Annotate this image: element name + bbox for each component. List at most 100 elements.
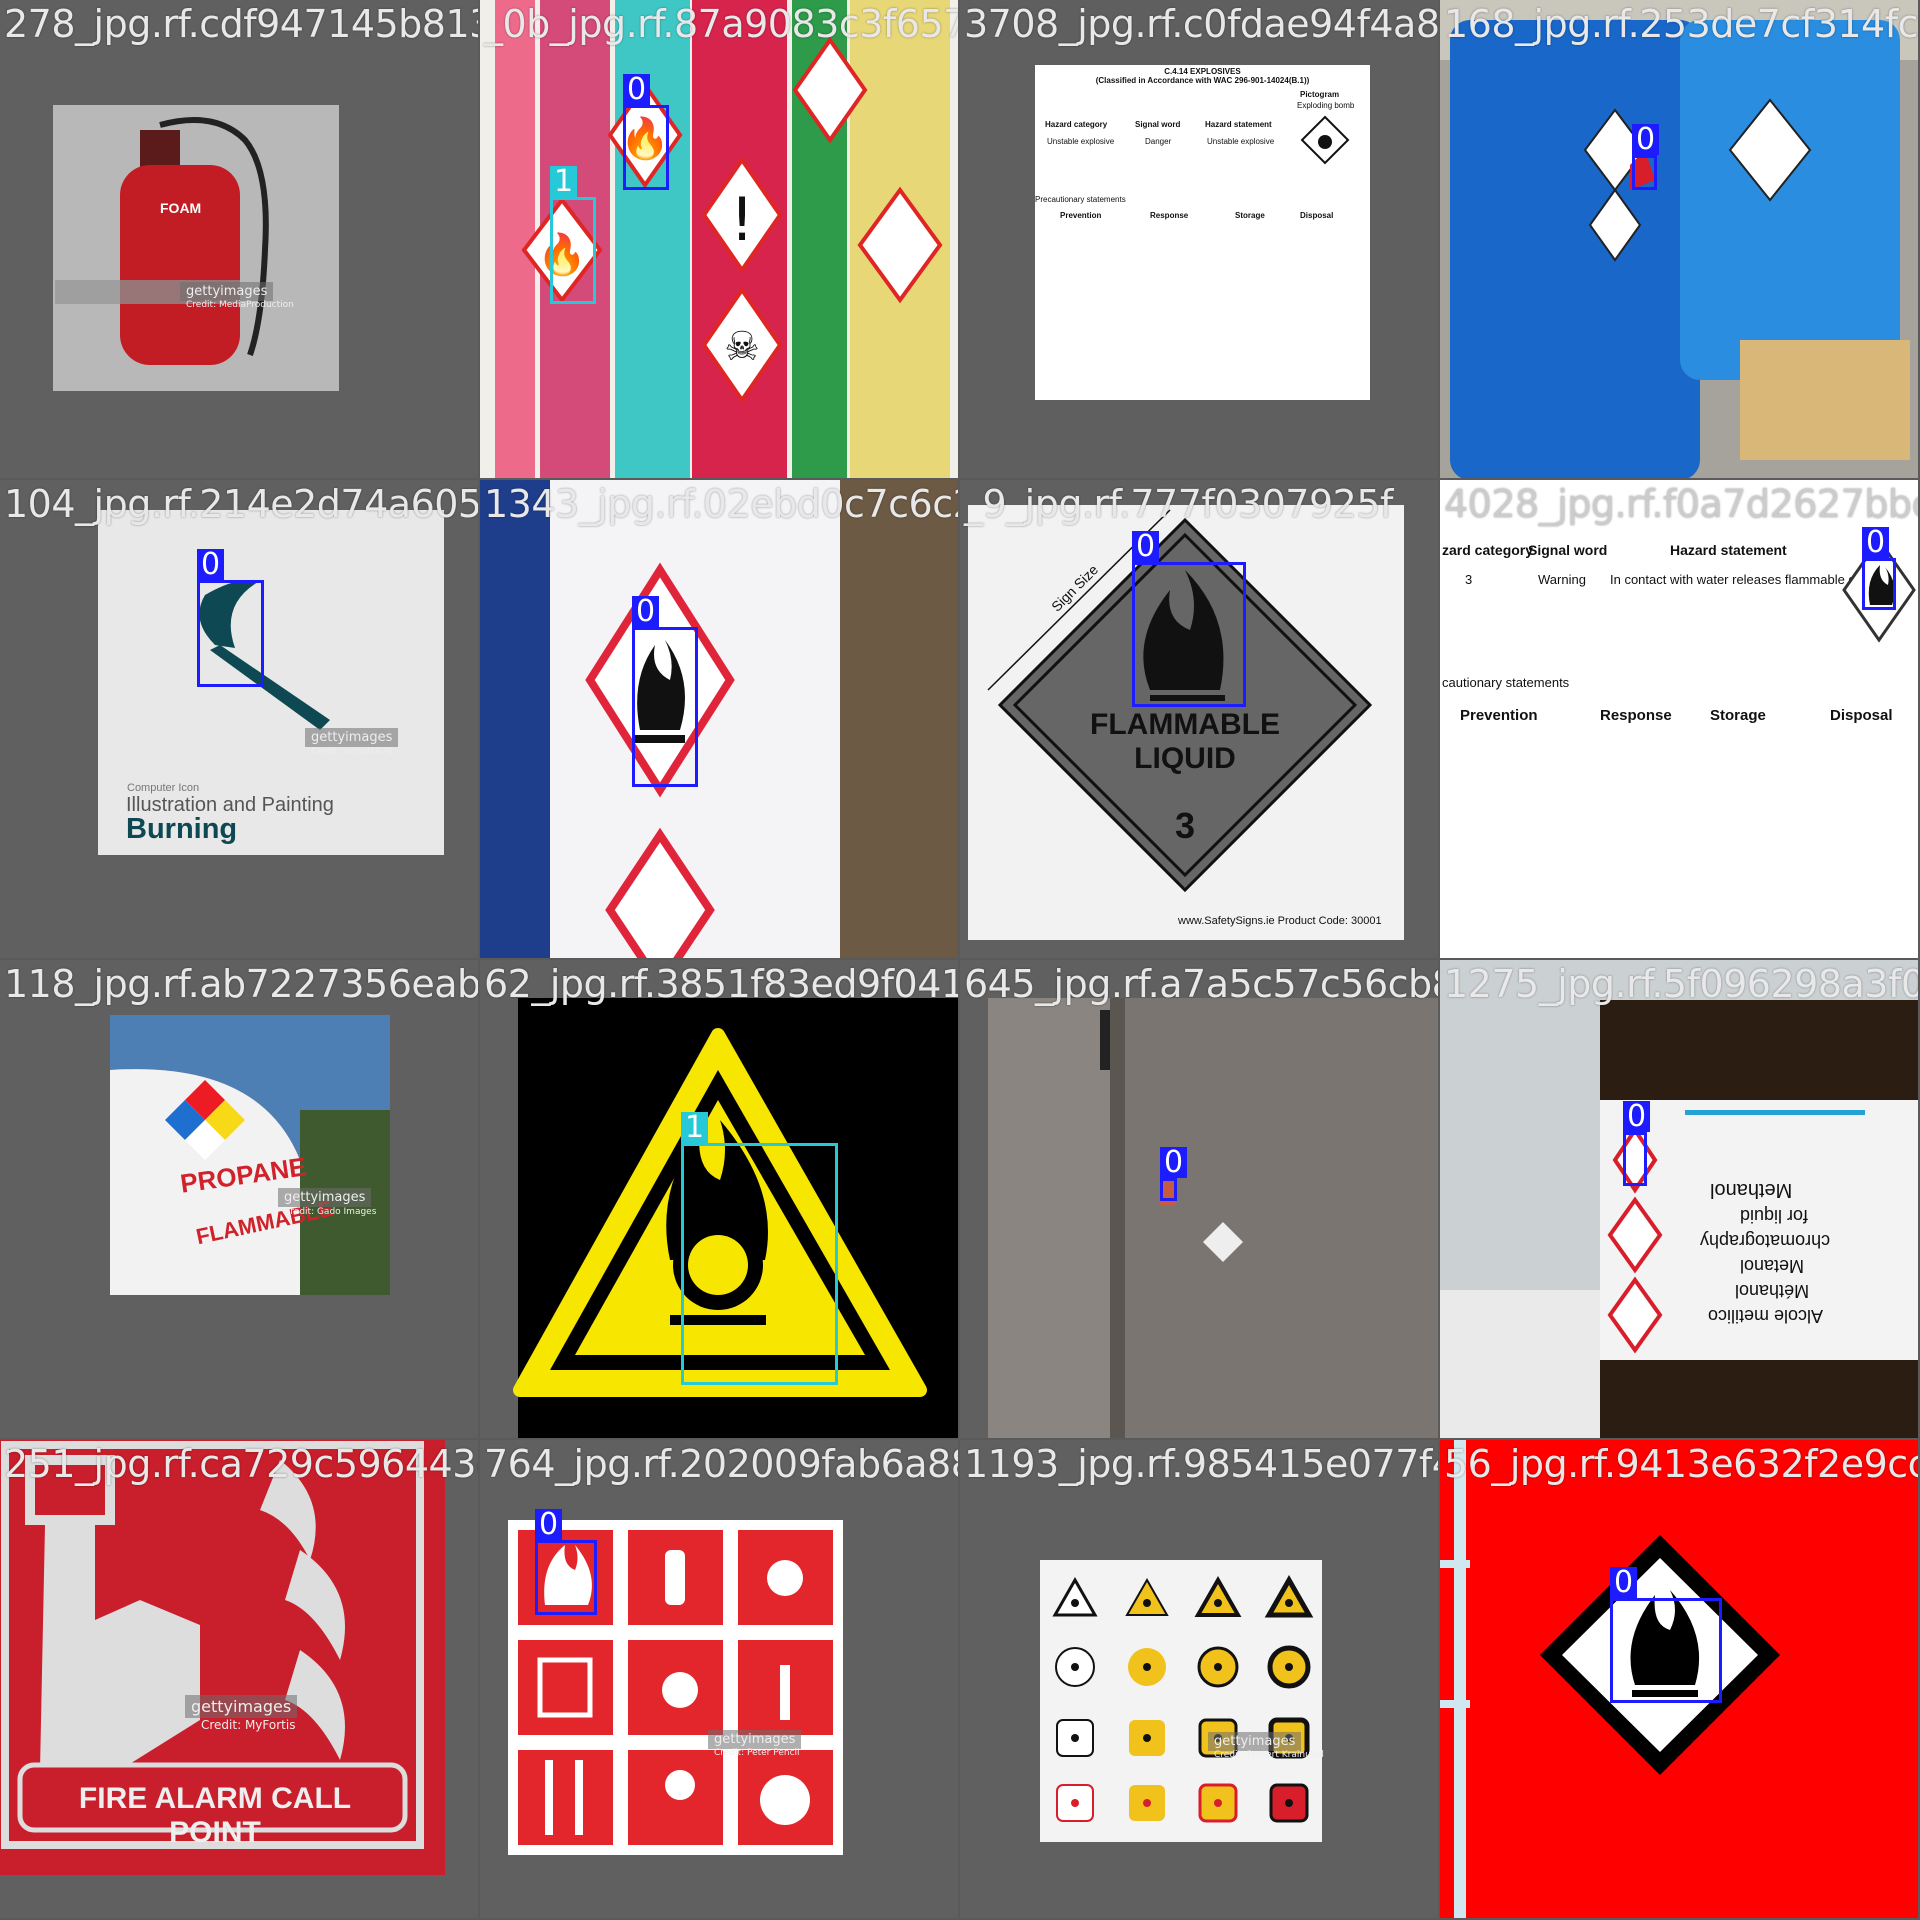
detection-box: 1 [681,1112,838,1385]
col-storage: Storage [1710,707,1766,724]
value-category: Unstable explosive [1047,137,1115,146]
tile-10: 1 62_jpg.rf.3851f83ed9f041206 [480,960,958,1438]
file-name: 278_jpg.rf.cdf947145b8138c [4,2,478,46]
detection-label: 0 [1160,1147,1188,1178]
precautionary-heading: Precautionary statements [1035,195,1126,204]
file-name: _0b_jpg.rf.87a9083c3f6578e3 [484,2,958,46]
tile-15-image [960,1440,1438,1918]
caption-small: Computer Icon [127,782,200,794]
tile-8: zard category Signal word Hazard stateme… [1440,480,1918,958]
detection-box: 0 [1132,531,1246,707]
file-name: _9_jpg.rf.777f0307925f [964,482,1393,526]
watermark-credit: Credit: Prasert Krainukul [1214,1750,1324,1760]
file-name: 4028_jpg.rf.f0a7d2627bbc7 [1444,482,1918,526]
tile-11: 0 645_jpg.rf.a7a5c57c56cb8e [960,960,1438,1438]
tile-4: 0 168_jpg.rf.253de7cf314fcae9c [1440,0,1918,478]
tile-1: FOAM gettyimages Credit: MediaProduction… [0,0,478,478]
value-category: 3 [1465,572,1473,587]
sign-text-line1: FLAMMABLE [1090,708,1280,741]
exploding-bomb-icon [1300,115,1350,165]
detection-box: 0 [1610,1567,1722,1703]
watermark-credit: Credit: artsol1979 [311,747,393,757]
detection-label: 0 [1132,531,1160,562]
file-name: 168_jpg.rf.253de7cf314fcae9c [1444,2,1918,46]
foam-label: FOAM [160,200,202,216]
tile-4-image [1440,0,1918,478]
col-prevention: Prevention [1460,707,1538,724]
file-name: 3708_jpg.rf.c0fdae94f4a8602a51 [964,2,1438,46]
call-point-banner: FIRE ALARM CALL POINT [78,1782,352,1849]
label-methanol: Methanol [1710,1179,1793,1201]
col-disposal: Disposal [1830,707,1893,724]
sign-text-line2: LIQUID [1134,742,1236,775]
mosaic-grid: FOAM gettyimages Credit: MediaProduction… [0,0,1920,1920]
tile-5: Computer Icon Illustration and Painting … [0,480,478,958]
tile-2: ! ☠ 🔥 🔥 0 1 _0b_jpg.rf.87a9083c3f6578e3 [480,0,958,478]
detection-label: 0 [623,74,651,105]
col-signal-word: Signal word [1135,120,1181,129]
detection-label: 0 [197,549,225,580]
doc-heading: C.4.14 EXPLOSIVES [1164,67,1241,76]
col-hazard-category: zard category [1442,542,1534,558]
tile-6-image [480,480,958,958]
file-name: 118_jpg.rf.ab7227356eab08f [4,962,478,1006]
label-chromatography: chromatography [1700,1231,1831,1251]
col-storage: Storage [1235,211,1265,220]
class-number: 3 [1174,805,1196,846]
file-name: 645_jpg.rf.a7a5c57c56cb8e [964,962,1438,1006]
tile-12-image [1440,960,1918,1438]
tile-6: 0 1343_jpg.rf.02ebd0c7c6c2e0f [480,480,958,958]
detection-label: 0 [535,1509,563,1540]
file-name: 1275_jpg.rf.5f096298a3f00e33 [1444,962,1918,1006]
detection-label: 0 [1623,1101,1651,1132]
value-statement: Unstable explosive [1207,137,1275,146]
detection-box: 0 [1160,1147,1188,1201]
label-for-liquid: for liquid [1740,1206,1809,1226]
detection-label: 0 [632,596,660,627]
document-page: C.4.14 EXPLOSIVES (Classified in Accorda… [1035,65,1370,400]
col-signal-word: Signal word [1528,542,1608,558]
detection-box: 0 [197,549,264,687]
detection-label: 0 [1610,1567,1638,1598]
file-name: 1343_jpg.rf.02ebd0c7c6c2e0f [484,482,958,526]
file-name: 1193_jpg.rf.985415e077f41543e [964,1442,1438,1486]
label-methanol-fr: Méthanol [1735,1281,1810,1301]
col-prevention: Prevention [1060,211,1102,220]
svg-text:☠: ☠ [724,324,760,370]
tile-11-image [960,960,1438,1438]
file-name: 104_jpg.rf.214e2d74a6052b04 [4,482,478,526]
detection-box: 0 [623,74,669,190]
tile-12: . Methanol for liquid chromatography Met… [1440,960,1918,1438]
tile-14: gettyimages Credit: Peter Pencil 0 764_j… [480,1440,958,1918]
caption-large: Burning [126,813,238,845]
file-name: 764_jpg.rf.202009fab6a88a7 [484,1442,958,1486]
detection-box: 0 [1623,1101,1651,1186]
tile-1-image [0,0,478,478]
tile-7: FLAMMABLE LIQUID 3 Sign Size www.SafetyS… [960,480,1438,958]
col-disposal: Disposal [1300,211,1334,220]
footer-text: www.SafetySigns.ie Product Code: 30001 [1178,915,1382,927]
value-statement: In contact with water releases flammable… [1610,572,1870,587]
watermark: gettyimages [185,1695,298,1718]
col-pictogram: Pictogram [1300,90,1340,99]
value-signal: Danger [1145,137,1172,146]
label-metanol: Metanol [1740,1256,1805,1276]
tile-13: FIRE ALARM CALL POINT gettyimages Credit… [0,1440,478,1918]
doc-subheading: (Classified in Accordance with WAC 296-9… [1095,76,1310,85]
precautionary-heading: cautionary statements [1442,675,1570,690]
tile-9-image [0,960,478,1438]
file-name: 56_jpg.rf.9413e632f2e9cc95 [1444,1442,1918,1486]
col-response: Response [1600,707,1672,724]
detection-box: 0 [632,596,698,787]
col-response: Response [1150,211,1189,220]
tile-9: PROPANE FLAMMABLE gettyimages Credit: Ga… [0,960,478,1438]
watermark-credit: Credit: Peter Pencil [714,1748,800,1758]
detection-label: 0 [1862,527,1890,558]
detection-label: 1 [681,1112,709,1143]
detection-box: 1 [550,166,596,304]
watermark-credit: Credit: MediaProduction [186,300,294,310]
tile-15: gettyimages Credit: Prasert Krainukul 11… [960,1440,1438,1918]
tile-16: 0 56_jpg.rf.9413e632f2e9cc95 [1440,1440,1918,1918]
detection-box: 0 [535,1509,597,1615]
detection-box: 0 [1632,124,1660,190]
